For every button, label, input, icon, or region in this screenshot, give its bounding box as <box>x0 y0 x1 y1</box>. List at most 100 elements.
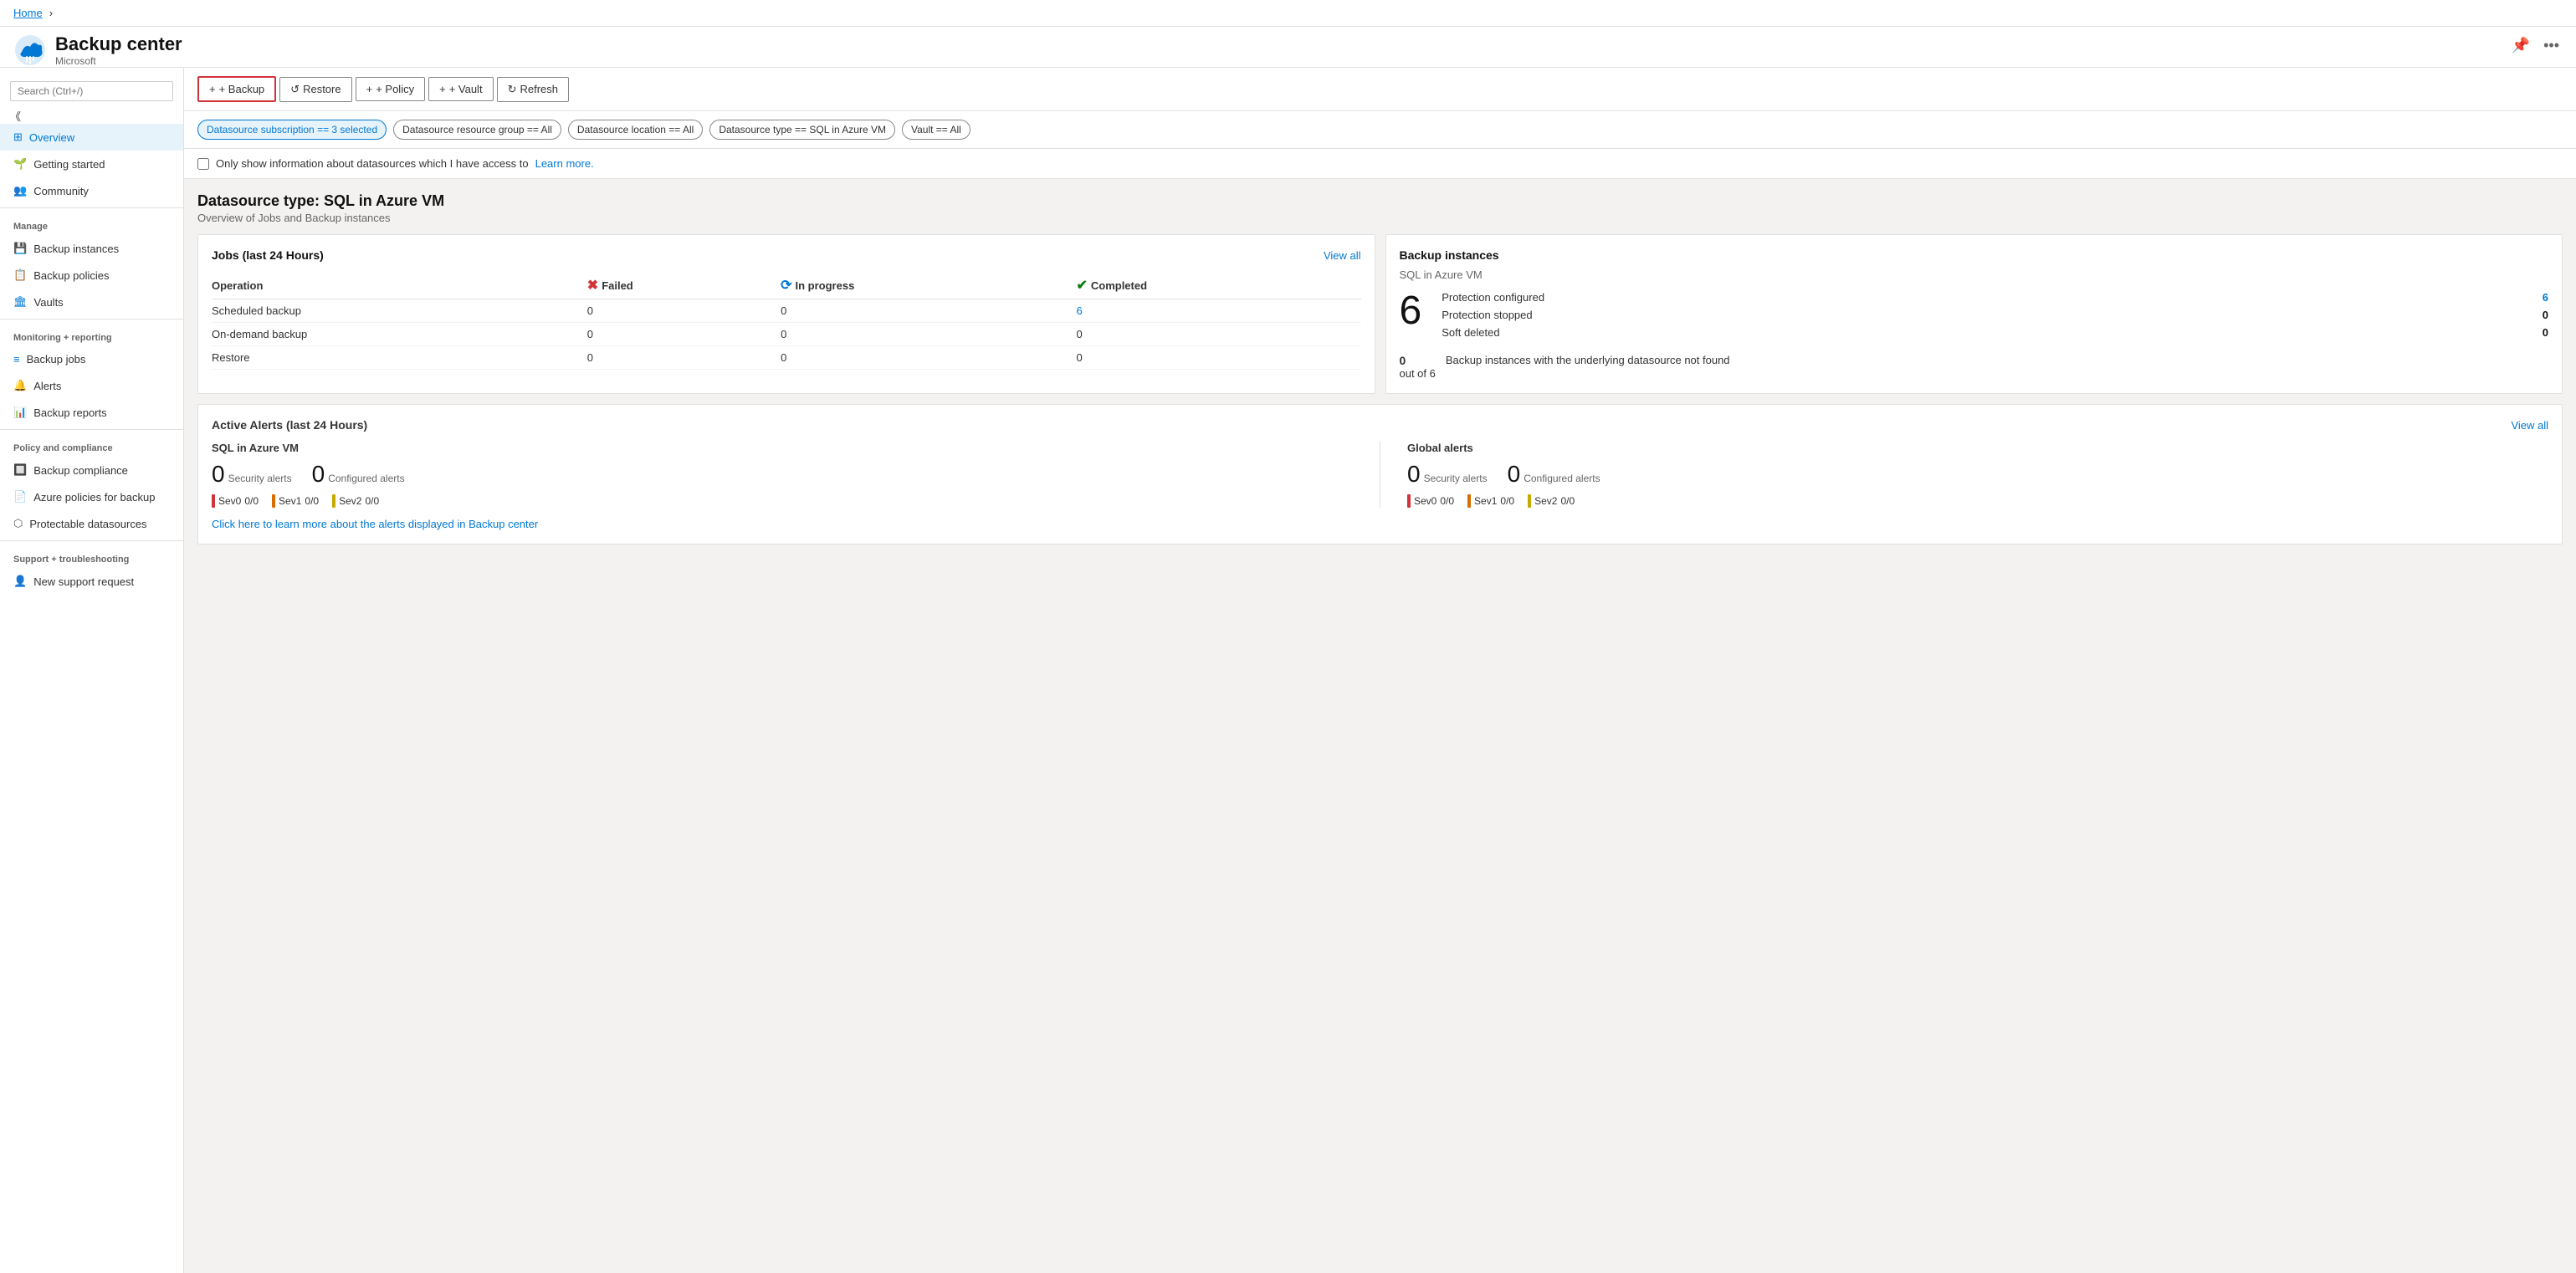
sidebar-item-new-support[interactable]: 👤 New support request <box>0 568 183 595</box>
filter-datasource-type[interactable]: Datasource type == SQL in Azure VM <box>709 120 895 140</box>
vaults-icon: 🏛 <box>13 295 28 309</box>
sidebar-item-backup-reports[interactable]: 📊 Backup reports <box>0 399 183 426</box>
jobs-table: Operation ✖ Failed ⟳ <box>212 272 1361 370</box>
toolbar: + + Backup ↺ Restore + + Policy + + Vaul… <box>184 68 2576 111</box>
bi-panel-subtype: SQL in Azure VM <box>1400 268 2549 281</box>
pin-icon[interactable]: 📌 <box>2508 33 2533 58</box>
sev2-label-sql: Sev2 <box>339 495 361 507</box>
filter-datasource-type-label: Datasource type == SQL in Azure VM <box>719 124 886 135</box>
sev1-label-global: Sev1 <box>1474 495 1497 507</box>
sidebar-item-label-azure-policies: Azure policies for backup <box>33 491 155 504</box>
job-completed: 0 <box>1076 346 1360 370</box>
community-icon: 👥 <box>13 184 27 197</box>
filter-location[interactable]: Datasource location == All <box>568 120 703 140</box>
restore-button-label: Restore <box>303 83 341 95</box>
vault-button-label: + Vault <box>449 83 483 95</box>
sidebar-item-label-vaults: Vaults <box>34 296 64 309</box>
restore-button[interactable]: ↺ Restore <box>279 77 351 102</box>
completed-link[interactable]: 6 <box>1076 304 1082 317</box>
sidebar-item-backup-jobs[interactable]: ≡ Backup jobs <box>0 346 183 372</box>
sev0-bar-sql <box>212 494 215 508</box>
sidebar-item-backup-instances[interactable]: 💾 Backup instances <box>0 235 183 262</box>
sev2-label-global: Sev2 <box>1534 495 1557 507</box>
bi-panel-title: Backup instances <box>1400 248 2549 262</box>
sidebar-divider-4 <box>0 540 183 541</box>
bi-protection-stopped-value: 0 <box>2543 309 2548 321</box>
filter-subscription[interactable]: Datasource subscription == 3 selected <box>197 120 387 140</box>
search-input[interactable] <box>10 81 173 101</box>
job-inprogress: 0 <box>781 346 1076 370</box>
bi-footer-desc: Backup instances with the underlying dat… <box>1446 354 1730 366</box>
sidebar-item-getting-started[interactable]: 🌱 Getting started <box>0 151 183 177</box>
jobs-panel-title: Jobs (last 24 Hours) <box>212 248 324 262</box>
sidebar-item-protectable-datasources[interactable]: ⬡ Protectable datasources <box>0 510 183 537</box>
backup-button[interactable]: + + Backup <box>197 76 276 102</box>
access-checkbox[interactable] <box>197 158 209 170</box>
sidebar-item-overview[interactable]: ⊞ Overview <box>0 124 183 151</box>
access-label: Only show information about datasources … <box>216 157 529 170</box>
backup-instances-icon: 💾 <box>13 242 27 255</box>
sidebar-divider-1 <box>0 207 183 208</box>
breadcrumb-home[interactable]: Home <box>13 7 43 19</box>
bi-soft-deleted-value: 0 <box>2543 326 2548 339</box>
sev2-value-sql: 0/0 <box>365 495 379 507</box>
alerts-view-all-link[interactable]: View all <box>2511 419 2548 432</box>
sev0-bar-global <box>1407 494 1411 508</box>
sev0-value-global: 0/0 <box>1440 495 1454 507</box>
main-content: + + Backup ↺ Restore + + Policy + + Vaul… <box>184 68 2576 1273</box>
table-row: Restore 0 0 0 <box>212 346 1361 370</box>
alerts-global-sev1: Sev1 0/0 <box>1467 494 1514 508</box>
bi-protection-configured-link[interactable]: 6 <box>2543 291 2548 304</box>
sidebar-item-azure-policies[interactable]: 📄 Azure policies for backup <box>0 483 183 510</box>
table-row: Scheduled backup 0 0 6 <box>212 299 1361 323</box>
sidebar-item-alerts[interactable]: 🔔 Alerts <box>0 372 183 399</box>
filter-resource-group[interactable]: Datasource resource group == All <box>393 120 561 140</box>
sidebar-item-backup-compliance[interactable]: 🔲 Backup compliance <box>0 457 183 483</box>
alerts-global-title: Global alerts <box>1407 442 2548 454</box>
sidebar: 《 ⊞ Overview 🌱 Getting started 👥 Communi… <box>0 68 184 1273</box>
refresh-button[interactable]: ↻ Refresh <box>497 77 569 102</box>
bi-footer-total: out of 6 <box>1400 367 1436 380</box>
jobs-view-all-link[interactable]: View all <box>1324 249 1361 262</box>
alerts-global-security-label: Security alerts <box>1424 473 1488 484</box>
alerts-sql-sev0: Sev0 0/0 <box>212 494 259 508</box>
completed-icon: ✔ <box>1076 277 1087 294</box>
learn-more-link[interactable]: Learn more. <box>535 157 594 170</box>
job-inprogress: 0 <box>781 299 1076 323</box>
job-completed: 6 <box>1076 299 1360 323</box>
alerts-sql-sev2: Sev2 0/0 <box>332 494 379 508</box>
in-progress-icon: ⟳ <box>781 277 791 294</box>
sidebar-item-vaults[interactable]: 🏛 Vaults <box>0 289 183 315</box>
backup-compliance-icon: 🔲 <box>13 463 27 477</box>
content-area: Datasource type: SQL in Azure VM Overvie… <box>184 179 2576 1273</box>
jobs-panel-header: Jobs (last 24 Hours) View all <box>212 248 1361 262</box>
bi-footer-count: 0 <box>1400 354 1406 367</box>
filters-bar: Datasource subscription == 3 selected Da… <box>184 111 2576 149</box>
alerts-columns: SQL in Azure VM 0 Security alerts 0 Conf… <box>212 442 2548 508</box>
bi-total-count: 6 <box>1400 291 1422 331</box>
sidebar-section-monitoring: Monitoring + reporting <box>0 323 183 346</box>
sidebar-item-label-community: Community <box>33 185 89 197</box>
filter-vault[interactable]: Vault == All <box>902 120 970 140</box>
sidebar-section-support: Support + troubleshooting <box>0 544 183 568</box>
sidebar-section-policy: Policy and compliance <box>0 433 183 457</box>
policy-button[interactable]: + + Policy <box>356 77 425 101</box>
filter-resource-group-label: Datasource resource group == All <box>402 124 552 135</box>
sidebar-collapse-btn[interactable]: 《 <box>0 107 31 126</box>
vault-button[interactable]: + + Vault <box>428 77 493 101</box>
alerts-learn-more-link[interactable]: Click here to learn more about the alert… <box>212 518 2548 530</box>
more-options-icon[interactable]: ••• <box>2540 33 2563 58</box>
main-layout: 《 ⊞ Overview 🌱 Getting started 👥 Communi… <box>0 68 2576 1273</box>
sidebar-divider-2 <box>0 319 183 320</box>
restore-icon: ↺ <box>290 83 300 96</box>
vault-plus-icon: + <box>439 83 446 95</box>
app-subtitle: Microsoft <box>55 55 182 67</box>
breadcrumb-separator: › <box>49 7 53 19</box>
backup-plus-icon: + <box>209 83 216 95</box>
sidebar-item-label-backup-instances: Backup instances <box>33 243 119 255</box>
sidebar-item-backup-policies[interactable]: 📋 Backup policies <box>0 262 183 289</box>
backup-reports-icon: 📊 <box>13 406 27 419</box>
refresh-button-label: Refresh <box>520 83 558 95</box>
sidebar-item-community[interactable]: 👥 Community <box>0 177 183 204</box>
alerts-sql-sev1: Sev1 0/0 <box>272 494 319 508</box>
